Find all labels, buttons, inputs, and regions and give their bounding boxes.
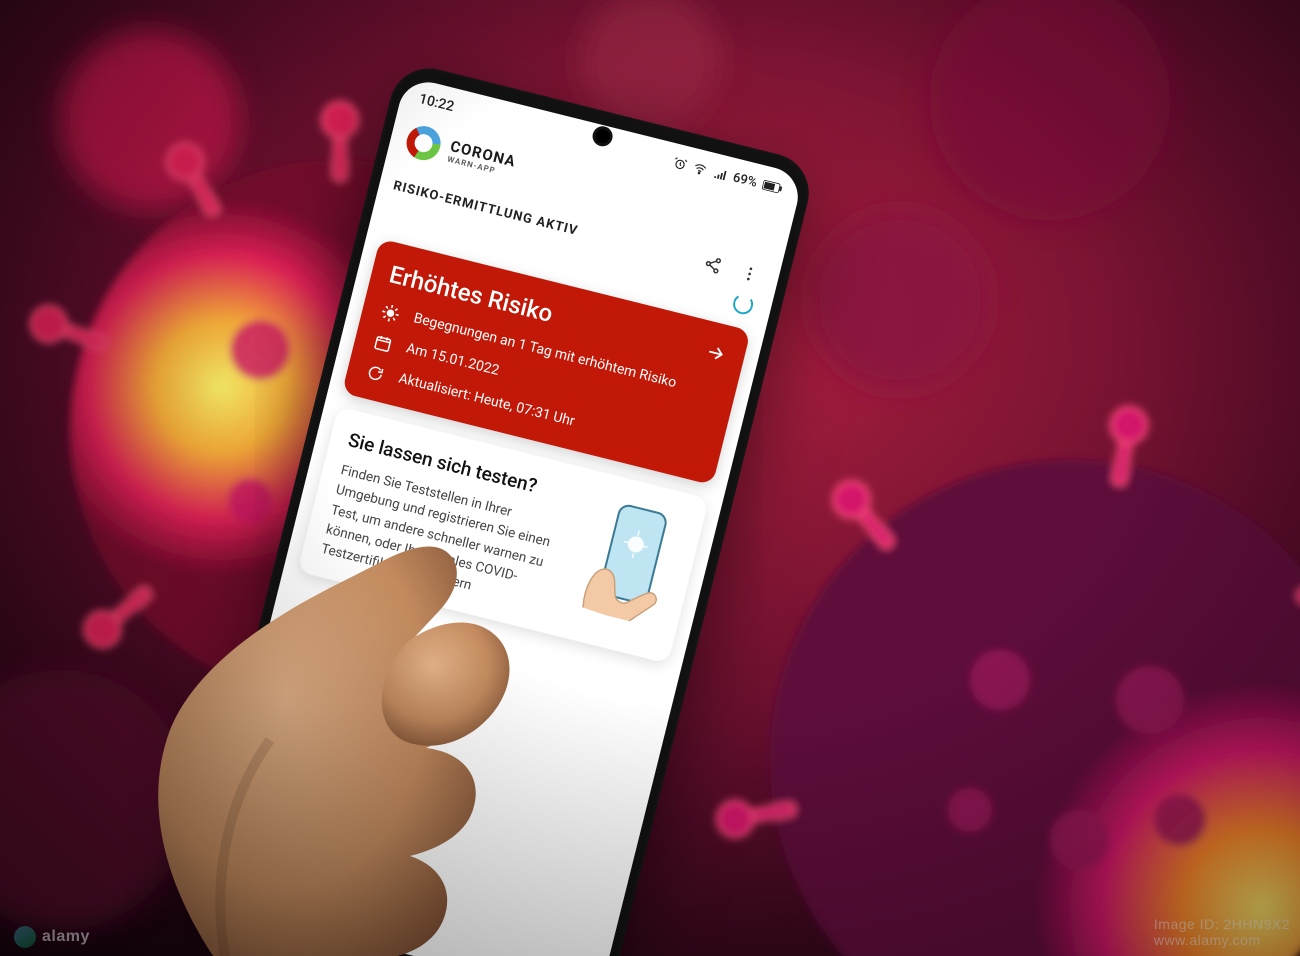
battery-text: 69% xyxy=(731,170,758,190)
virus-icon xyxy=(379,302,403,324)
refresh-icon xyxy=(364,362,388,384)
calendar-icon xyxy=(371,332,395,354)
corona-warn-app-logo-icon xyxy=(403,123,444,164)
watermark-logo: alamy xyxy=(14,926,90,948)
signal-icon xyxy=(711,165,729,182)
share-button[interactable] xyxy=(695,247,731,283)
test-illustration xyxy=(565,489,687,629)
battery-icon xyxy=(761,179,783,195)
watermark-image-id: Image ID: 2HHN9X2 www.alamy.com xyxy=(1154,916,1290,948)
status-time: 10:22 xyxy=(417,91,455,115)
loading-spinner-icon xyxy=(731,292,755,316)
more-menu-button[interactable] xyxy=(731,256,767,292)
alarm-icon xyxy=(671,155,688,172)
arrow-right-icon xyxy=(701,340,729,371)
wifi-icon xyxy=(691,160,709,177)
